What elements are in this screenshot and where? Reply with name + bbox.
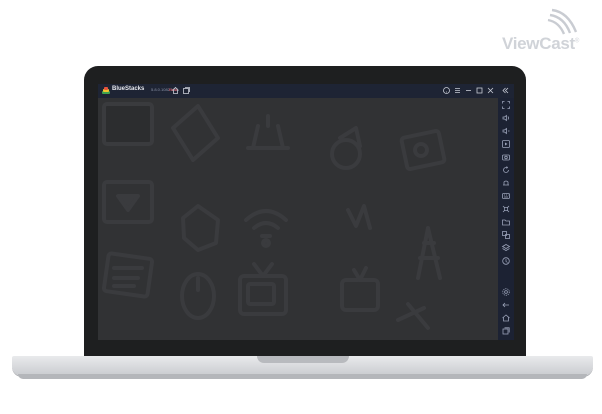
- macro-icon[interactable]: [501, 178, 511, 188]
- layers-icon[interactable]: [182, 86, 191, 95]
- wallpaper-doodles: [101, 102, 447, 330]
- bluestacks-logo-icon: [102, 87, 110, 94]
- shake-icon[interactable]: [501, 204, 511, 214]
- keyboard-controls-icon[interactable]: [501, 191, 511, 201]
- settings-icon[interactable]: [501, 287, 511, 297]
- right-sidebar: [498, 98, 514, 340]
- maximize-icon[interactable]: [475, 86, 484, 95]
- help-icon[interactable]: [442, 86, 451, 95]
- app-name: BlueStacks: [112, 86, 145, 92]
- multi-instance-icon[interactable]: [501, 230, 511, 240]
- close-icon[interactable]: [486, 86, 495, 95]
- location-icon[interactable]: [501, 256, 511, 266]
- hamburger-menu-icon[interactable]: [453, 86, 462, 95]
- title-bar: BlueStacks 5.8.0.1082 N64 Beta: [98, 84, 514, 98]
- viewcast-logo: ViewCast®: [496, 6, 596, 53]
- signal-waves-icon: [547, 8, 578, 35]
- laptop-base-edge: [18, 374, 587, 379]
- screenshot-icon[interactable]: [501, 152, 511, 162]
- app-window: BlueStacks 5.8.0.1082 N64 Beta: [98, 84, 514, 340]
- eco-mode-icon[interactable]: [501, 243, 511, 253]
- laptop-notch: [257, 356, 349, 363]
- collapse-sidebar-icon[interactable]: [501, 86, 510, 95]
- brand-wordmark: ViewCast®: [502, 34, 580, 53]
- home-icon[interactable]: [171, 86, 180, 95]
- fullscreen-icon[interactable]: [501, 100, 511, 110]
- volume-down-icon[interactable]: [501, 126, 511, 136]
- rotate-icon[interactable]: [501, 165, 511, 175]
- back-icon[interactable]: [501, 300, 511, 310]
- volume-up-icon[interactable]: [501, 113, 511, 123]
- media-manager-icon[interactable]: [501, 139, 511, 149]
- minimize-icon[interactable]: [464, 86, 473, 95]
- folder-icon[interactable]: [501, 217, 511, 227]
- recent-apps-icon[interactable]: [501, 326, 511, 336]
- emulator-home-screen[interactable]: [98, 98, 498, 340]
- android-home-icon[interactable]: [501, 313, 511, 323]
